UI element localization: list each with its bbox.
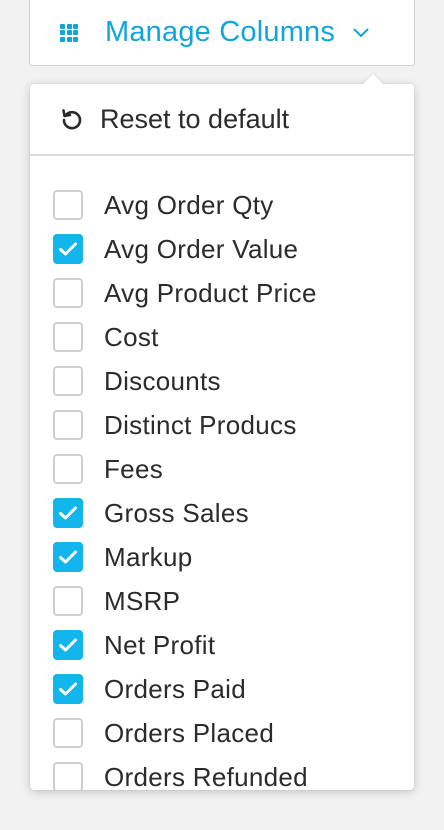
column-checkbox[interactable] [53,762,83,790]
column-label: Gross Sales [104,497,249,528]
column-label: Distinct Producs [104,409,297,440]
column-option[interactable]: Orders Paid [30,667,414,711]
checkmark-icon [59,506,77,520]
column-option[interactable]: Orders Placed [30,711,414,755]
column-list: Avg Order Qty Avg Order Value Avg Product … [30,156,414,790]
column-option[interactable]: Gross Sales [30,491,414,535]
column-option[interactable]: Avg Product Price [30,271,414,315]
column-option[interactable]: Cost [30,315,414,359]
column-option[interactable]: Avg Order Value [30,227,414,271]
checkmark-icon [59,682,77,696]
checkmark-icon [59,638,77,652]
column-checkbox[interactable] [53,410,83,440]
column-option[interactable]: Avg Order Qty [30,183,414,227]
column-checkbox[interactable] [53,718,83,748]
column-checkbox[interactable] [53,322,83,352]
column-checkbox[interactable] [53,190,83,220]
manage-columns-button[interactable]: Manage Columns [29,0,415,66]
reset-icon [62,109,82,130]
column-checkbox[interactable] [53,454,83,484]
column-label: Avg Order Value [104,233,299,264]
reset-label: Reset to default [100,103,290,134]
column-option[interactable]: Orders Refunded [30,755,414,790]
dropdown-caret [362,74,384,85]
column-label: MSRP [104,585,181,616]
column-label: Avg Product Price [104,277,317,308]
column-label: Orders Refunded [104,761,308,791]
column-checkbox[interactable] [53,278,83,308]
column-label: Net Profit [104,629,216,660]
grid-icon [60,23,78,42]
manage-columns-label: Manage Columns [105,16,336,48]
column-label: Cost [104,321,159,352]
column-option[interactable]: Fees [30,447,414,491]
page: Manage Columns Reset to default Avg Orde… [0,0,444,830]
checkmark-icon [59,242,77,256]
column-option[interactable]: Discounts [30,359,414,403]
column-label: Fees [104,453,164,484]
column-label: Avg Order Qty [104,189,274,220]
column-option[interactable]: Markup [30,535,414,579]
checkmark-icon [59,550,77,564]
chevron-down-icon [353,28,369,37]
manage-columns-dropdown: Reset to default Avg Order Qty Avg Order … [30,84,414,790]
column-checkbox[interactable] [53,366,83,396]
column-checkbox[interactable] [53,234,83,264]
reset-to-default-button[interactable]: Reset to default [30,84,414,156]
column-label: Orders Placed [104,717,275,748]
column-checkbox[interactable] [53,630,83,660]
column-label: Markup [104,541,193,572]
column-checkbox[interactable] [53,498,83,528]
column-option[interactable]: Distinct Producs [30,403,414,447]
column-checkbox[interactable] [53,674,83,704]
column-checkbox[interactable] [53,586,83,616]
column-label: Orders Paid [104,673,247,704]
column-label: Discounts [104,365,221,396]
column-checkbox[interactable] [53,542,83,572]
column-option[interactable]: MSRP [30,579,414,623]
column-option[interactable]: Net Profit [30,623,414,667]
